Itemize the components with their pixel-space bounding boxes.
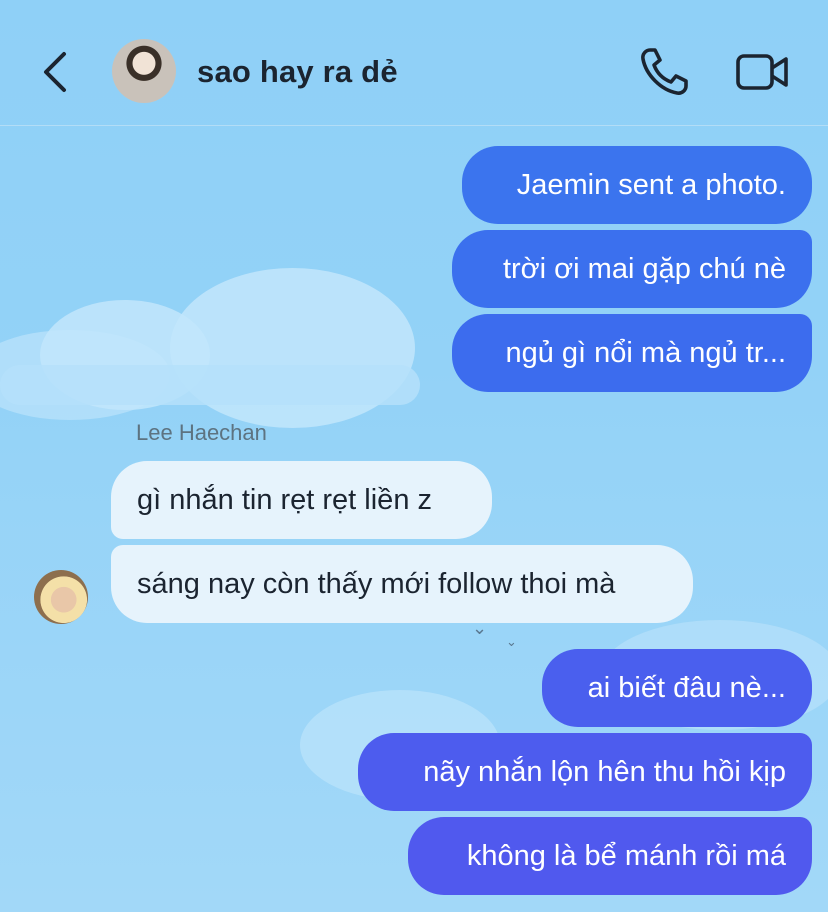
call-button[interactable] [636, 44, 692, 100]
outgoing-message[interactable]: Jaemin sent a photo. [462, 146, 812, 224]
incoming-message[interactable]: sáng nay còn thấy mới follow thoi mà [111, 545, 693, 623]
bird-decoration: ⌄ [506, 634, 517, 649]
chat-header: sao hay ra dẻ [0, 0, 828, 126]
video-camera-icon [736, 54, 788, 90]
incoming-message[interactable]: gì nhắn tin rẹt rẹt liền z [111, 461, 492, 539]
outgoing-message[interactable]: trời ơi mai gặp chú nè [452, 230, 812, 308]
avatar[interactable] [112, 39, 176, 103]
back-button[interactable] [36, 48, 76, 96]
sender-name: Lee Haechan [136, 420, 267, 445]
outgoing-message[interactable]: nãy nhắn lộn hên thu hồi kịp [358, 733, 812, 811]
video-call-button[interactable] [734, 44, 790, 100]
chat-title[interactable]: sao hay ra dẻ [197, 54, 398, 90]
outgoing-message[interactable]: không là bể mánh rồi má [408, 817, 812, 895]
chevron-left-icon [44, 52, 66, 92]
outgoing-message[interactable]: ngủ gì nổi mà ngủ tr... [452, 314, 812, 392]
outgoing-message[interactable]: ai biết đâu nè... [542, 649, 812, 727]
cloud-decoration [0, 365, 420, 405]
sender-avatar[interactable] [34, 570, 88, 624]
phone-icon [641, 48, 688, 95]
